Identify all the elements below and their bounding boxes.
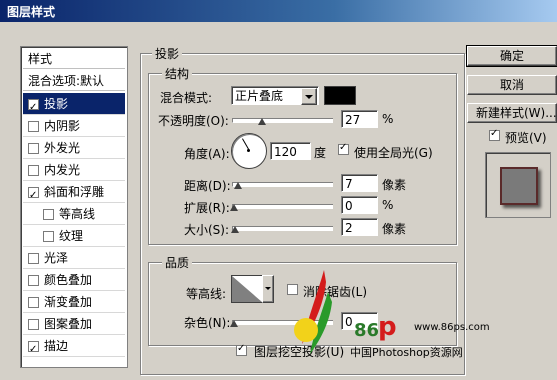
chevron-down-icon[interactable] — [301, 88, 317, 105]
style-list-item-label: 投影 — [44, 97, 69, 111]
size-slider-track[interactable] — [232, 226, 333, 231]
watermark-logo-number: 86 — [354, 320, 380, 341]
style-list-item[interactable]: 纹理 — [23, 225, 125, 247]
style-checkbox[interactable] — [28, 319, 39, 330]
opacity-label: 不透明度(O): — [158, 114, 229, 128]
blend-mode-select[interactable]: 正片叠底 — [231, 86, 319, 105]
distance-label: 距离(D): — [184, 179, 231, 193]
noise-label: 杂色(N): — [184, 316, 231, 330]
styles-header[interactable]: 样式 — [23, 49, 125, 69]
style-list-item[interactable]: 斜面和浮雕 — [23, 181, 125, 207]
style-list-item-label: 纹理 — [59, 229, 84, 243]
title-bar[interactable]: 图层样式 — [0, 0, 557, 22]
blend-mode-value: 正片叠底 — [235, 89, 284, 103]
contour-dropdown-button[interactable] — [262, 275, 274, 303]
layer-style-dialog: 图层样式 样式 混合选项:默认 投影内阴影外发光内发光斜面和浮雕等高线纹理光泽颜… — [0, 0, 557, 380]
spread-input[interactable]: 0 — [341, 196, 378, 214]
angle-label: 角度(A): — [184, 147, 230, 161]
spread-label: 扩展(R): — [184, 201, 230, 215]
preview-swatch — [500, 167, 538, 205]
style-checkbox[interactable] — [28, 143, 39, 154]
spread-slider-track[interactable] — [232, 204, 333, 209]
style-list-item-label: 等高线 — [59, 207, 96, 221]
style-checkbox[interactable] — [43, 231, 54, 242]
drop-shadow-title: 投影 — [152, 45, 183, 62]
contour-picker[interactable] — [231, 275, 263, 303]
global-light-label: 使用全局光(G) — [354, 146, 433, 160]
ok-button[interactable]: 确定 — [466, 45, 557, 67]
contour-label: 等高线: — [186, 287, 227, 301]
style-list-item-label: 渐变叠加 — [44, 295, 93, 309]
watermark-brand: 中国Photoshop资源网 — [350, 346, 463, 359]
style-list-item-label: 内阴影 — [44, 119, 81, 133]
angle-dial-center — [247, 149, 250, 152]
style-preview — [485, 152, 551, 218]
style-list-item-label: 颜色叠加 — [44, 273, 93, 287]
style-list-item[interactable]: 颜色叠加 — [23, 269, 125, 291]
style-checkbox[interactable] — [28, 275, 39, 286]
style-list-item-label: 描边 — [44, 339, 69, 353]
chevron-down-icon — [265, 287, 271, 290]
opacity-slider-thumb[interactable] — [258, 118, 266, 125]
angle-unit: 度 — [314, 146, 327, 160]
size-label: 大小(S): — [184, 223, 230, 237]
style-checkbox[interactable] — [28, 253, 39, 264]
style-list-item[interactable]: 描边 — [23, 335, 125, 361]
preview-label: 预览(V) — [505, 131, 547, 145]
style-list-item-label: 斜面和浮雕 — [44, 185, 105, 199]
style-checkbox[interactable] — [28, 339, 39, 361]
noise-slider-thumb[interactable] — [230, 320, 238, 327]
watermark-url: www.86ps.com — [414, 322, 490, 333]
spread-slider-thumb[interactable] — [230, 204, 238, 211]
cancel-button[interactable]: 取消 — [467, 75, 557, 95]
styles-list: 样式 混合选项:默认 投影内阴影外发光内发光斜面和浮雕等高线纹理光泽颜色叠加渐变… — [20, 46, 128, 368]
style-list-item[interactable]: 渐变叠加 — [23, 291, 125, 313]
opacity-slider-track[interactable] — [232, 118, 333, 123]
size-input[interactable]: 2 — [341, 218, 378, 236]
size-unit: 像素 — [382, 222, 407, 236]
opacity-input[interactable]: 27 — [341, 110, 378, 128]
watermark-logo-sun — [294, 318, 318, 342]
style-checkbox[interactable] — [28, 185, 39, 207]
style-list-item[interactable]: 外发光 — [23, 137, 125, 159]
style-list-item-label: 内发光 — [44, 163, 81, 177]
style-checkbox[interactable] — [28, 297, 39, 308]
style-list-item-label: 外发光 — [44, 141, 81, 155]
style-list-item[interactable]: 图案叠加 — [23, 313, 125, 335]
style-checkbox[interactable] — [28, 97, 39, 119]
style-list-item-label: 光泽 — [44, 251, 69, 265]
preview-checkbox[interactable] — [489, 128, 500, 141]
style-list-item[interactable]: 投影 — [23, 93, 125, 119]
new-style-button[interactable]: 新建样式(W)... — [467, 103, 557, 123]
shadow-color-swatch[interactable] — [324, 86, 356, 105]
angle-dial[interactable] — [231, 133, 267, 169]
spread-unit: % — [382, 198, 394, 212]
contour-curve-icon — [232, 276, 262, 302]
style-list-item[interactable]: 光泽 — [23, 247, 125, 269]
distance-input[interactable]: 7 — [341, 174, 378, 192]
angle-input[interactable]: 120 — [270, 142, 311, 160]
style-list-item[interactable]: 等高线 — [23, 203, 125, 225]
style-checkbox[interactable] — [43, 209, 54, 220]
opacity-unit: % — [382, 112, 394, 126]
distance-unit: 像素 — [382, 178, 407, 192]
style-checkbox[interactable] — [28, 121, 39, 132]
size-slider-thumb[interactable] — [231, 226, 239, 233]
watermark-p-glyph: p — [378, 312, 397, 342]
quality-title: 品质 — [162, 254, 193, 271]
style-list-item[interactable]: 内阴影 — [23, 115, 125, 137]
knockout-checkbox[interactable] — [236, 343, 247, 356]
style-checkbox[interactable] — [28, 165, 39, 176]
blend-mode-label: 混合模式: — [160, 91, 213, 105]
window-title: 图层样式 — [7, 5, 56, 19]
global-light-checkbox[interactable] — [338, 142, 349, 155]
style-list-item[interactable]: 内发光 — [23, 159, 125, 181]
blending-options-item[interactable]: 混合选项:默认 — [23, 71, 125, 91]
distance-slider-track[interactable] — [232, 182, 333, 187]
distance-slider-thumb[interactable] — [234, 182, 242, 189]
style-list-item-label: 图案叠加 — [44, 317, 93, 331]
structure-title: 结构 — [162, 65, 193, 82]
